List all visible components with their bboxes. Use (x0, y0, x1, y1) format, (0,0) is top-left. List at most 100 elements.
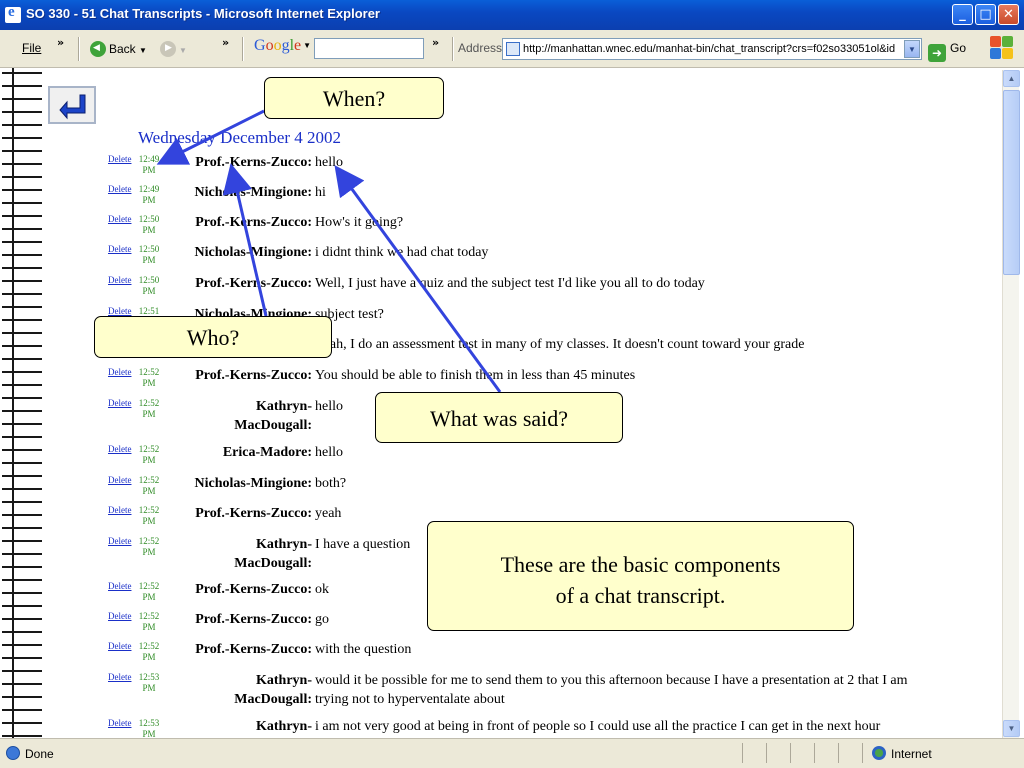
minimize-button[interactable]: _ (952, 4, 973, 25)
delete-link[interactable]: Delete (108, 718, 131, 728)
page-done-icon (6, 746, 20, 760)
delete-link[interactable]: Delete (108, 475, 131, 485)
go-button[interactable]: ➜ Go (928, 41, 966, 62)
speaker-name: Prof.-Kerns-Zucco: (195, 155, 312, 170)
message-text: Yeah, I do an assessment test in many of… (315, 337, 805, 352)
address-bar[interactable]: http://manhattan.wnec.edu/manhat-bin/cha… (502, 38, 922, 60)
speaker-name: Kathryn- (256, 537, 312, 552)
delete-link[interactable]: Delete (108, 641, 131, 651)
vertical-scrollbar[interactable]: ▲ ▼ (1002, 70, 1020, 738)
message-text: How's it going? (315, 215, 404, 230)
message-time: 12:52 PM (138, 398, 160, 419)
message-time: 12:52 PM (138, 505, 160, 526)
return-arrow-icon (59, 94, 86, 120)
scroll-thumb[interactable] (1003, 90, 1020, 275)
delete-link[interactable]: Delete (108, 275, 131, 285)
status-divider (862, 743, 863, 763)
delete-link[interactable]: Delete (108, 214, 131, 224)
message-time: 12:50 PM (138, 244, 160, 265)
message-text: i am not very good at being in front of … (315, 719, 881, 734)
speaker-name: Nicholas-Mingione: (194, 476, 312, 491)
message-text: ok (315, 582, 329, 597)
delete-link[interactable]: Delete (108, 444, 131, 454)
speaker-name-continued: MacDougall: (234, 556, 312, 571)
who-callout: Who? (94, 316, 332, 358)
message-text: would it be possible for me to send them… (315, 673, 908, 688)
message-text: hello (315, 445, 343, 460)
message-time: 12:50 PM (138, 275, 160, 296)
status-divider (766, 743, 767, 763)
summary-callout: These are the basic components of a chat… (427, 521, 854, 631)
speaker-name: Prof.-Kerns-Zucco: (195, 215, 312, 230)
status-divider (790, 743, 791, 763)
forward-arrow-icon (160, 41, 176, 57)
message-text: You should be able to finish them in les… (315, 368, 636, 383)
maximize-button[interactable]: □ (975, 4, 996, 25)
google-search-input[interactable] (314, 38, 424, 59)
status-bar: Done Internet (0, 738, 1024, 768)
delete-link[interactable]: Delete (108, 581, 131, 591)
message-text: Well, I just have a quiz and the subject… (315, 276, 705, 291)
status-divider (838, 743, 839, 763)
forward-dropdown-icon: ▼ (179, 46, 187, 55)
scroll-up-icon[interactable]: ▲ (1003, 70, 1020, 87)
internet-zone-icon (872, 746, 886, 760)
message-time: 12:52 PM (138, 367, 160, 388)
toolbar-separator (78, 37, 80, 61)
page-icon (506, 42, 520, 56)
message-text: with the question (315, 642, 412, 657)
speaker-name: Prof.-Kerns-Zucco: (195, 612, 312, 627)
toolbar-overflow-chevron-icon[interactable]: » (222, 36, 229, 49)
message-text: yeah (315, 506, 342, 521)
status-text: Done (25, 747, 54, 761)
message-time: 12:50 PM (138, 214, 160, 235)
forward-button[interactable]: ▼ (160, 41, 187, 57)
message-text: both? (315, 476, 347, 491)
delete-link[interactable]: Delete (108, 505, 131, 515)
speaker-name: Prof.-Kerns-Zucco: (195, 506, 312, 521)
back-arrow-icon (90, 41, 106, 57)
security-zone: Internet (891, 747, 932, 761)
go-arrow-icon: ➜ (928, 44, 946, 62)
message-time: 12:52 PM (138, 536, 160, 557)
message-text: I have a question (315, 537, 411, 552)
speaker-name-continued: MacDougall: (234, 418, 312, 433)
google-dropdown-icon: ▼ (301, 41, 312, 50)
what-callout: What was said? (375, 392, 623, 443)
address-dropdown-icon[interactable]: ▼ (904, 40, 920, 58)
back-dropdown-icon[interactable]: ▼ (139, 46, 147, 55)
delete-link[interactable]: Delete (108, 154, 131, 164)
speaker-name: Kathryn- (256, 399, 312, 414)
back-button[interactable]: Back ▼ (90, 41, 147, 57)
delete-link[interactable]: Delete (108, 398, 131, 408)
file-menu-label: File (22, 41, 42, 55)
date-heading: Wednesday December 4 2002 (138, 128, 342, 147)
delete-link[interactable]: Delete (108, 611, 131, 621)
close-button[interactable]: ✕ (998, 4, 1019, 25)
message-text: hello (315, 155, 343, 170)
return-button[interactable] (48, 86, 96, 124)
notebook-spiral-decoration (2, 68, 42, 738)
status-divider (814, 743, 815, 763)
menu-overflow-chevron-icon[interactable]: » (57, 36, 64, 49)
delete-link[interactable]: Delete (108, 367, 131, 377)
window-title-bar[interactable]: SO 330 - 51 Chat Transcripts - Microsoft… (0, 0, 1024, 30)
speaker-name: Prof.-Kerns-Zucco: (195, 642, 312, 657)
delete-link[interactable]: Delete (108, 306, 131, 316)
speaker-name: Prof.-Kerns-Zucco: (195, 582, 312, 597)
message-time: 12:49 PM (138, 184, 160, 205)
speaker-name: Prof.-Kerns-Zucco: (195, 276, 312, 291)
google-toolbar-button[interactable]: Google ▼ (254, 37, 311, 55)
address-url: http://manhattan.wnec.edu/manhat-bin/cha… (523, 43, 896, 55)
delete-link[interactable]: Delete (108, 536, 131, 546)
speaker-name: Kathryn- (256, 719, 312, 734)
message-time: 12:53 PM (138, 718, 160, 738)
message-text: hi (315, 185, 326, 200)
delete-link[interactable]: Delete (108, 244, 131, 254)
status-divider (742, 743, 743, 763)
google-overflow-chevron-icon[interactable]: » (432, 36, 439, 49)
delete-link[interactable]: Delete (108, 672, 131, 682)
delete-link[interactable]: Delete (108, 184, 131, 194)
scroll-down-icon[interactable]: ▼ (1003, 720, 1020, 737)
file-menu[interactable]: File (22, 41, 41, 55)
